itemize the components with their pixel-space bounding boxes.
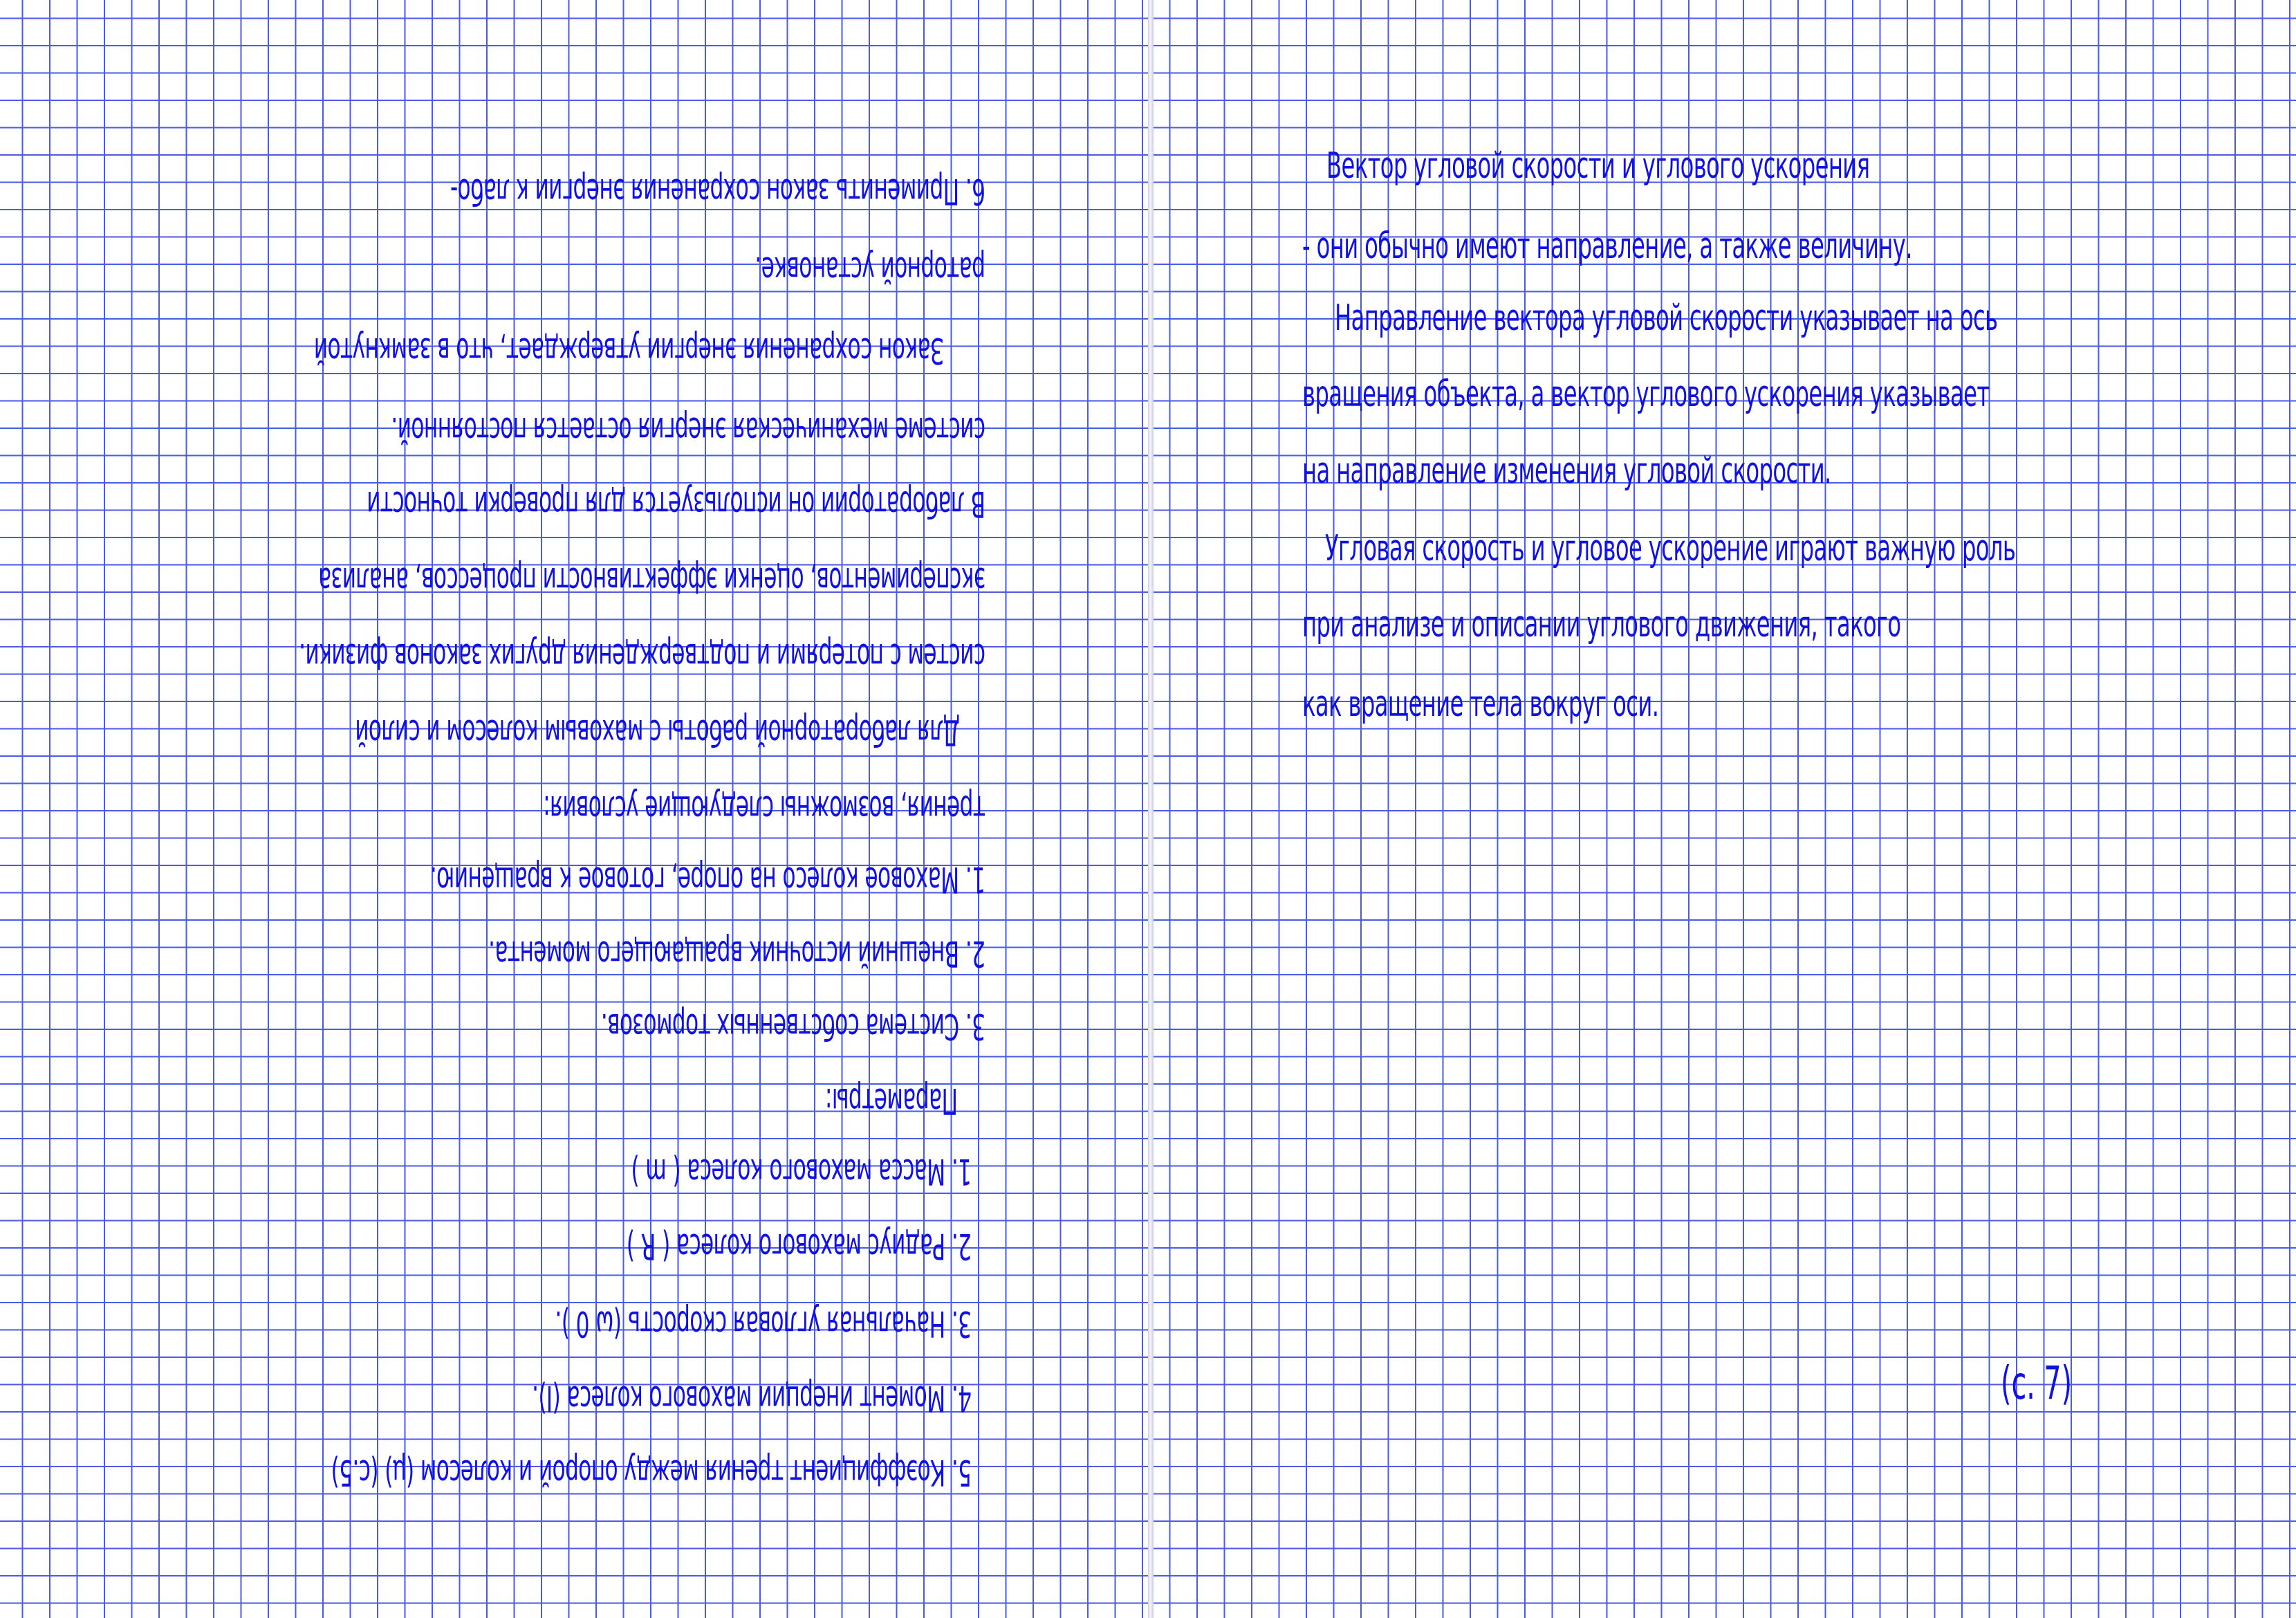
left-line-17: 4. Момент инерции махового колеса (I). — [532, 1377, 972, 1419]
left-line-16: 3. Начальная угловая скорость (ω 0 ). — [555, 1303, 972, 1344]
left-line-18: 5. Коэффициент трения между опорой и кол… — [331, 1451, 972, 1493]
left-line-10: 1. Маховое колесо на опоре, готовое к вр… — [430, 858, 985, 900]
left-line-11: 2. Внешний источник вращающего момента. — [488, 932, 985, 974]
right-page: Вектор угловой скорости и углового ускор… — [1154, 0, 2296, 1618]
left-line-1: 6. Применить закон сохранения энергии к … — [450, 170, 985, 212]
right-line-1: Вектор угловой скорости и углового ускор… — [1326, 145, 1870, 187]
right-line-5: на направление изменения угловой скорост… — [1302, 450, 1831, 492]
right-line-3: Направление вектора угловой скорости ука… — [1335, 297, 1998, 339]
left-line-7: систем с потерями и подтверждения других… — [299, 635, 985, 677]
left-line-12: 3. Система собственных тормозов. — [601, 1005, 985, 1047]
left-line-9: трения, возможны следующие условия: — [543, 787, 985, 829]
left-line-5: В лаборатории он используется для провер… — [367, 483, 985, 524]
right-line-2: - они обычно имеют направление, а также … — [1302, 226, 1912, 267]
left-line-15: 2. Радиус махового колеса ( R ) — [627, 1225, 972, 1267]
left-line-3: Закон сохранения энергии утверждает, что… — [314, 329, 944, 371]
left-page-rotated-content: 6. Применить закон сохранения энергии к … — [0, 0, 1148, 1618]
page-gutter — [1148, 0, 1154, 1618]
right-line-7: при анализе и описании углового движения… — [1302, 604, 1901, 645]
left-line-6: экспериментов, оценки эффективности проц… — [318, 559, 985, 600]
left-line-8: Для лабораторной работы с маховым колесо… — [355, 711, 960, 753]
notebook-spread: 6. Применить закон сохранения энергии к … — [0, 0, 2296, 1618]
left-line-4: системе механическая энергия остается по… — [391, 409, 985, 450]
left-line-2: раторной установке. — [754, 248, 985, 290]
left-line-14: 1. Масса махового колеса ( m ) — [631, 1150, 972, 1192]
right-line-6: Угловая скорость и угловое ускорение игр… — [1325, 528, 2016, 569]
left-page: 6. Применить закон сохранения энергии к … — [0, 0, 1148, 1618]
page-number: (с. 7) — [2001, 1357, 2073, 1410]
left-line-13: Параметры: — [825, 1080, 958, 1121]
right-line-8: как вращение тела вокруг оси. — [1302, 683, 1659, 725]
right-line-4: вращения объекта, а вектор углового уско… — [1302, 374, 1990, 415]
